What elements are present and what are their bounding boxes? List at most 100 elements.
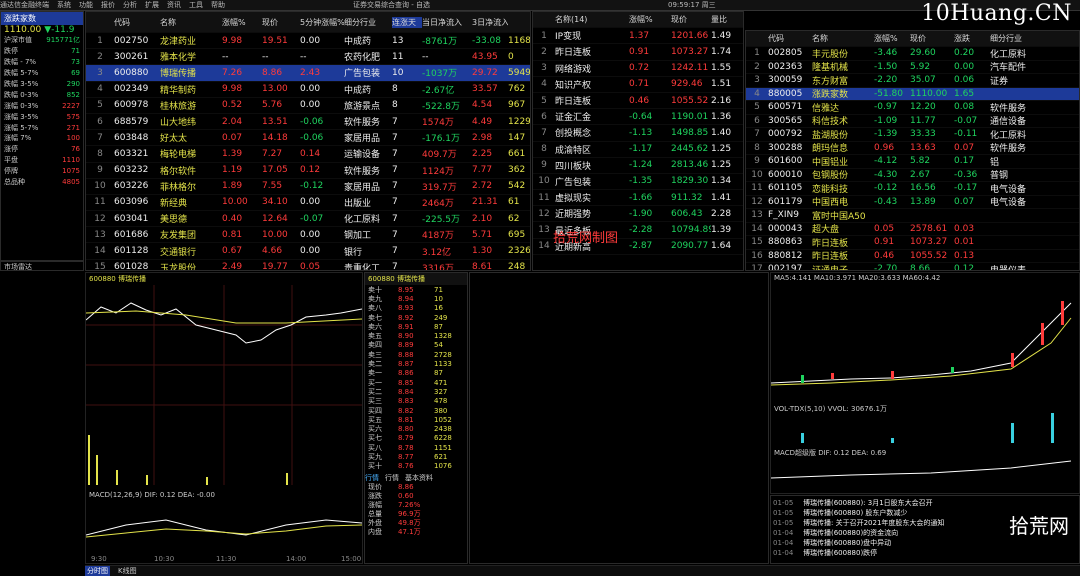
bottom-tabs: 分时图 K线图 bbox=[85, 565, 1080, 576]
col-flow[interactable]: 当日净流入 bbox=[422, 17, 472, 28]
sector-col-price[interactable]: 现价 bbox=[671, 14, 711, 25]
col-streak[interactable]: 连涨天 bbox=[392, 16, 422, 28]
index-name[interactable]: 涨跌家数 bbox=[1, 12, 83, 25]
right-cell-3: 5.92 bbox=[910, 61, 931, 72]
tab-profile[interactable]: 基本资料 bbox=[405, 473, 433, 483]
table-row[interactable]: 2300261雅本化学------农药化肥11--43.950-- bbox=[86, 49, 530, 66]
sector-col-ratio[interactable]: 量比 bbox=[711, 14, 741, 25]
row-index: 5 bbox=[97, 100, 103, 111]
menu-item-6[interactable]: 资讯 bbox=[167, 0, 181, 10]
table-row[interactable]: 7 603848 好太太 0.07 14.18 -0.06 家居用品 7 -176.1万 2.98… bbox=[86, 130, 530, 147]
kline-chart[interactable]: MA5:4.141 MA10:3.971 MA20:3.633 MA60:4.4… bbox=[770, 272, 1080, 494]
table-row[interactable]: 9 603232 格尔软件 1.19 17.05 0.12 软件服务 7 1124万 7.77 36… bbox=[86, 163, 530, 179]
right-row[interactable]: 6 300565 科信技术 -1.09 11.77 -0.07 通信设备 bbox=[746, 115, 1079, 129]
cell-5: 银行 bbox=[344, 247, 363, 258]
sector-row[interactable]: 7 创投概念 -1.13 1498.85 1.40 bbox=[533, 125, 743, 142]
right-row[interactable]: 1 002805 丰元股份 -3.46 29.60 0.20 化工原料 bbox=[746, 47, 1079, 61]
sector-row[interactable]: 11 虚拟现实 -1.66 911.32 1.41 bbox=[533, 190, 743, 207]
cell-7: -225.5万 bbox=[422, 215, 461, 226]
news-date: 01-04 bbox=[773, 549, 794, 557]
right-row[interactable]: 17 002197 证通电子 -2.70 8.66 0.12 电器仪表 bbox=[746, 263, 1079, 270]
right-row[interactable]: 15 880863 昨日连板 0.91 1073.27 0.01 bbox=[746, 236, 1079, 250]
menu-item-5[interactable]: 扩展 bbox=[145, 0, 159, 10]
col-price[interactable]: 现价 bbox=[262, 17, 300, 28]
right-row[interactable]: 11 601105 恋能科技 -0.12 16.56 -0.17 电气设备 bbox=[746, 182, 1079, 196]
table-row[interactable]: 10 603226 菲林格尔 1.89 7.55 -0.12 家居用品 7 319.7万 2.72… bbox=[86, 179, 530, 195]
sector-row[interactable]: 9 四川板块 -1.24 2813.46 1.25 bbox=[533, 158, 743, 174]
right-cell-4: -0.07 bbox=[954, 115, 978, 126]
menu-item-0[interactable]: 通达信金融终端 bbox=[0, 0, 49, 10]
table-row[interactable]: 14 601128 交通银行 0.67 4.66 0.00 银行 7 3.12亿 1.30 2326… bbox=[86, 243, 530, 260]
col-name[interactable]: 名称 bbox=[160, 17, 222, 28]
right-row[interactable]: 2 002363 隆基机械 -1.50 5.92 0.00 汽车配件 bbox=[746, 61, 1079, 75]
watermark: 10Huang.CN bbox=[921, 1, 1072, 26]
sector-row[interactable]: 5 昨日连板 0.46 1055.52 2.16 bbox=[533, 93, 743, 110]
center-tab[interactable]: 证券交易综合查询 - 自选 bbox=[353, 0, 430, 10]
right-col-price[interactable]: 现价 bbox=[910, 33, 954, 44]
cell-4: 0.00 bbox=[300, 84, 321, 95]
sector-row[interactable]: 4 知识产权 0.71 929.46 1.51 bbox=[533, 77, 743, 93]
index-change: ▼-11.9 bbox=[44, 25, 75, 35]
sector-row[interactable]: 6 证金汇金 -0.64 1190.01 1.36 bbox=[533, 109, 743, 126]
right-row[interactable]: 14 000043 超大盘 0.05 2578.61 0.03 bbox=[746, 223, 1079, 237]
order-label: 买十 bbox=[368, 462, 382, 471]
right-row[interactable]: 9 601600 中国铝业 -4.12 5.82 0.17 铝 bbox=[746, 155, 1079, 169]
sector-row[interactable]: 3 网络游戏 0.72 1242.11 1.55 bbox=[533, 61, 743, 77]
menu-item-3[interactable]: 报价 bbox=[101, 0, 115, 10]
right-row[interactable]: 16 880812 昨日连板 0.46 1055.52 0.13 bbox=[746, 250, 1079, 264]
sector-row[interactable]: 8 成渝特区 -1.17 2445.62 1.25 bbox=[533, 142, 743, 158]
macd-dea bbox=[85, 524, 363, 538]
news-item[interactable]: 01-05 博瑞传播(600880): 3月1日股东大会召开 bbox=[773, 498, 1077, 508]
sector-pct: 1.37 bbox=[629, 30, 650, 41]
tab-quote2[interactable]: 行情 bbox=[385, 473, 399, 483]
tab-quote[interactable]: 行情 bbox=[365, 473, 379, 483]
col-industry[interactable]: 细分行业 bbox=[344, 17, 392, 28]
sector-col-name[interactable]: 名称(14) bbox=[555, 14, 629, 25]
table-row[interactable]: 8 603321 梅轮电梯 1.39 7.27 0.14 运输设备 7 409.7万 2.25 66… bbox=[86, 146, 530, 163]
col-code[interactable]: 代码 bbox=[114, 17, 160, 28]
menu-item-7[interactable]: 工具 bbox=[189, 0, 203, 10]
table-row[interactable]: 1 002750 龙津药业 9.98 19.51 0.00 中成药 13 -8761万 -33.0… bbox=[86, 33, 530, 50]
table-row[interactable]: 4 002349 精华制药 9.98 13.00 0.00 中成药 8 -2.67亿 33.57 7… bbox=[86, 82, 530, 98]
sector-price: 1498.85 bbox=[671, 127, 709, 138]
menu-item-8[interactable]: 帮助 bbox=[211, 0, 225, 10]
table-row[interactable]: 5 600978 桂林旅游 0.52 5.76 0.00 旅游景点 8 -522.8万 4.54 9… bbox=[86, 98, 530, 114]
right-col-chg[interactable]: 涨跌 bbox=[954, 33, 990, 44]
menu-item-2[interactable]: 功能 bbox=[79, 0, 93, 10]
table-row[interactable]: 13 601686 友发集团 0.81 10.00 0.00 钢加工 7 4187万 5.71 69… bbox=[86, 227, 530, 244]
sector-row[interactable]: 1 IP变现 1.37 1201.66 1.49 bbox=[533, 28, 743, 45]
col-5min[interactable]: 5分钟涨幅% bbox=[300, 17, 344, 28]
right-row[interactable]: 3 300059 东方财富 -2.20 35.07 0.06 证券 bbox=[746, 74, 1079, 88]
news-item[interactable]: 01-04 博瑞传播(600880)跌停 bbox=[773, 548, 1077, 558]
news-item[interactable]: 01-04 博瑞传播(600880)盘中异动 bbox=[773, 538, 1077, 548]
right-row[interactable]: 5 600571 信雅达 -0.97 12.20 0.08 软件服务 bbox=[746, 101, 1079, 115]
intraday-chart[interactable]: 600880 博瑞传播 MACD(12,26,9) DIF: 0.12 DEA:… bbox=[85, 272, 363, 564]
menu-item-4[interactable]: 分析 bbox=[123, 0, 137, 10]
right-col-code[interactable]: 代码 bbox=[768, 33, 812, 44]
right-row[interactable]: 10 600010 包钢股份 -4.30 2.67 -0.36 普钢 bbox=[746, 169, 1079, 183]
radar-button[interactable]: 市场雷达 bbox=[0, 261, 84, 271]
sector-row[interactable]: 10 广告包装 -1.35 1829.30 1.34 bbox=[533, 174, 743, 191]
sector-col-pct[interactable]: 涨幅% bbox=[629, 14, 671, 25]
right-row[interactable]: 12 601179 中国西电 -0.43 13.89 0.07 电气设备 bbox=[746, 196, 1079, 210]
table-row[interactable]: 3 600880 博瑞传播 7.26 8.86 2.43 广告包装 10 -1037万 29.72… bbox=[86, 65, 530, 82]
table-row[interactable]: 15 601028 玉龙股份 2.49 19.77 0.05 贵重化工 7 3316万 8.61 2… bbox=[86, 260, 530, 270]
sector-row[interactable]: 12 近期强势 -1.90 606.43 2.28 bbox=[533, 206, 743, 223]
right-row[interactable]: 7 000792 盐湖股份 -1.39 33.33 -0.11 化工原料 bbox=[746, 128, 1079, 142]
col-pct[interactable]: 涨幅% bbox=[222, 17, 262, 28]
row-index: 11 bbox=[94, 197, 106, 208]
sector-row[interactable]: 2 昨日连板 0.91 1073.27 1.74 bbox=[533, 44, 743, 61]
cell-5: 广告包装 bbox=[344, 69, 381, 80]
col-flow3[interactable]: 3日净流入 bbox=[472, 17, 508, 28]
right-col-industry[interactable]: 细分行业 bbox=[990, 33, 1060, 44]
menu-item-1[interactable]: 系统 bbox=[57, 0, 71, 10]
right-row[interactable]: 8 300288 朗玛信息 0.96 13.63 0.07 软件服务 bbox=[746, 142, 1079, 156]
right-col-pct[interactable]: 涨幅% bbox=[874, 33, 910, 44]
table-row[interactable]: 12 603041 美思德 0.40 12.64 -0.07 化工原料 7 -225.5万 2.1… bbox=[86, 211, 530, 228]
right-row[interactable]: 13 F_XIN9 富时中国A50 bbox=[746, 209, 1079, 223]
table-row[interactable]: 11 603096 新经典 10.00 34.10 0.00 出版业 7 2464万 21.31 6… bbox=[86, 195, 530, 212]
right-row[interactable]: 4 880005 涨跌家数 -51.80 1110.00 1.65 bbox=[746, 87, 1079, 102]
table-row[interactable]: 6 688579 山大地纬 2.04 13.51 -0.06 软件服务 7 1574万 4.49 1… bbox=[86, 114, 530, 131]
right-col-name[interactable]: 名称 bbox=[812, 33, 874, 44]
cell-5: 中成药 bbox=[344, 37, 372, 48]
